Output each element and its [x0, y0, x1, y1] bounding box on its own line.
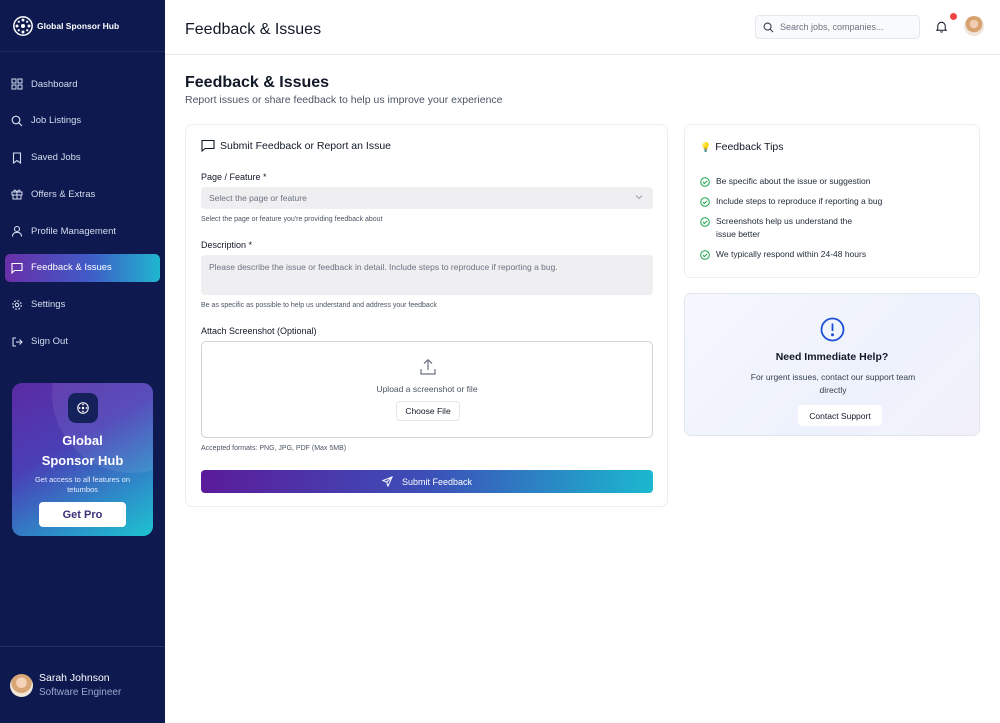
brand[interactable]: Global Sponsor Hub	[0, 0, 165, 52]
send-icon	[381, 476, 393, 487]
user-name: Sarah Johnson	[39, 672, 110, 684]
tips-title: Feedback Tips	[715, 141, 784, 153]
check-circle-icon	[700, 217, 710, 227]
choose-file-button[interactable]: Choose File	[396, 401, 460, 421]
search-icon	[763, 22, 774, 32]
help-text: For urgent issues, contact our support t…	[750, 372, 916, 395]
sidebar-item-label: Offers & Extras	[31, 188, 96, 200]
sidebar-item-label: Settings	[31, 299, 66, 311]
gear-icon	[11, 299, 23, 311]
tip-item: Screenshots help us understand the issue…	[700, 215, 970, 241]
form-heading-text: Submit Feedback or Report an Issue	[220, 139, 392, 152]
dashboard-icon	[11, 78, 23, 90]
user-profile[interactable]: Sarah Johnson Software Engineer	[0, 646, 165, 723]
notification-dot	[950, 13, 957, 20]
page-feature-select[interactable]: Select the page or feature	[201, 187, 653, 209]
header-title: Feedback & Issues	[185, 21, 322, 38]
message-icon	[201, 139, 215, 152]
globe-logo-icon	[13, 15, 33, 36]
sidebar-item-saved-jobs[interactable]: Saved Jobs	[5, 144, 160, 172]
feedback-tips-card: 💡 Feedback Tips Be specific about the is…	[684, 124, 980, 278]
alert-circle-icon	[820, 317, 845, 342]
feedback-form-card: Submit Feedback or Report an Issue Page …	[185, 124, 668, 507]
sidebar-nav: Dashboard Job Listings Saved Jobs Offers…	[0, 52, 165, 356]
sidebar-item-sign-out[interactable]: Sign Out	[5, 328, 160, 356]
page-feature-placeholder: Select the page or feature	[209, 193, 307, 203]
sidebar: Global Sponsor Hub Dashboard Job Listing…	[0, 0, 165, 723]
promo-title: Global Sponsor Hub	[12, 431, 153, 471]
help-title: Need Immediate Help?	[775, 351, 889, 363]
upload-text: Upload a screenshot or file	[376, 384, 478, 394]
attach-label: Attach Screenshot (Optional)	[201, 326, 317, 336]
bell-icon[interactable]	[935, 20, 948, 33]
page-title: Feedback & Issues	[185, 74, 330, 91]
sidebar-item-feedback[interactable]: Feedback & Issues	[5, 253, 160, 282]
tips-heading: 💡 Feedback Tips	[700, 141, 784, 153]
sidebar-item-label: Profile Management	[31, 225, 117, 237]
header-avatar[interactable]	[964, 16, 984, 36]
sidebar-item-job-listings[interactable]: Job Listings	[5, 107, 160, 135]
formats-hint: Accepted formats: PNG, JPG, PDF (Max 5MB…	[201, 445, 347, 452]
upload-dropzone[interactable]: Upload a screenshot or file Choose File	[201, 341, 653, 438]
top-header: Feedback & Issues	[165, 0, 1000, 55]
get-pro-button[interactable]: Get Pro	[39, 502, 126, 527]
user-role: Software Engineer	[39, 687, 122, 698]
sidebar-item-label: Feedback & Issues	[31, 262, 112, 274]
contact-support-button[interactable]: Contact Support	[798, 405, 882, 426]
sidebar-item-dashboard[interactable]: Dashboard	[5, 70, 160, 98]
page-subtitle: Report issues or share feedback to help …	[185, 94, 503, 106]
tip-text: Be specific about the issue or suggestio…	[716, 176, 871, 186]
submit-feedback-label: Submit Feedback	[401, 476, 473, 487]
sidebar-item-label: Sign Out	[31, 336, 68, 348]
tips-list: Be specific about the issue or suggestio…	[700, 175, 970, 261]
lightbulb-icon: 💡	[700, 141, 712, 152]
sidebar-item-label: Saved Jobs	[31, 152, 81, 164]
sidebar-item-label: Job Listings	[31, 115, 82, 127]
globe-icon	[67, 393, 98, 423]
tip-item: Be specific about the issue or suggestio…	[700, 175, 970, 188]
message-icon	[11, 262, 23, 274]
bookmark-icon	[11, 152, 23, 164]
gift-icon	[11, 188, 23, 200]
description-textarea[interactable]: Please describe the issue or feedback in…	[201, 255, 653, 295]
promo-title-line-2: Sponsor Hub	[41, 453, 124, 468]
promo-title-line-1: Global	[62, 433, 103, 448]
tip-item: We typically respond within 24-48 hours	[700, 248, 970, 261]
sidebar-item-label: Dashboard	[31, 78, 78, 90]
check-circle-icon	[700, 197, 710, 207]
form-heading: Submit Feedback or Report an Issue	[201, 139, 391, 152]
tip-item: Include steps to reproduce if reporting …	[700, 195, 970, 208]
brand-name: Global Sponsor Hub	[37, 20, 120, 31]
submit-feedback-button[interactable]: Submit Feedback	[201, 470, 653, 493]
upload-icon	[420, 358, 436, 375]
tip-text: Screenshots help us understand the issue…	[716, 216, 853, 239]
sidebar-item-offers[interactable]: Offers & Extras	[5, 180, 160, 208]
search-icon	[11, 115, 23, 127]
sidebar-item-settings[interactable]: Settings	[5, 291, 160, 319]
tip-text: Include steps to reproduce if reporting …	[716, 196, 883, 206]
sidebar-item-profile[interactable]: Profile Management	[5, 217, 160, 245]
search-input[interactable]	[780, 22, 910, 32]
promo-card: Global Sponsor Hub Get access to all fea…	[12, 383, 153, 536]
page-feature-label: Page / Feature *	[201, 172, 267, 182]
chevron-down-icon	[635, 195, 643, 200]
main-content: Feedback & Issues Report issues or share…	[165, 55, 1000, 723]
user-info: Sarah Johnson Software Engineer	[39, 672, 121, 698]
description-hint: Be as specific as possible to help us un…	[201, 302, 437, 309]
check-circle-icon	[700, 250, 710, 260]
tip-text: We typically respond within 24-48 hours	[716, 249, 867, 259]
page-feature-hint: Select the page or feature you're provid…	[201, 216, 383, 223]
check-circle-icon	[700, 177, 710, 187]
help-card: Need Immediate Help? For urgent issues, …	[684, 293, 980, 436]
search-box[interactable]	[755, 15, 920, 39]
sign-out-icon	[11, 336, 23, 348]
promo-text: Get access to all features on tetumbos	[34, 475, 131, 494]
user-icon	[11, 225, 23, 237]
description-label: Description *	[201, 240, 253, 250]
avatar	[10, 673, 33, 697]
